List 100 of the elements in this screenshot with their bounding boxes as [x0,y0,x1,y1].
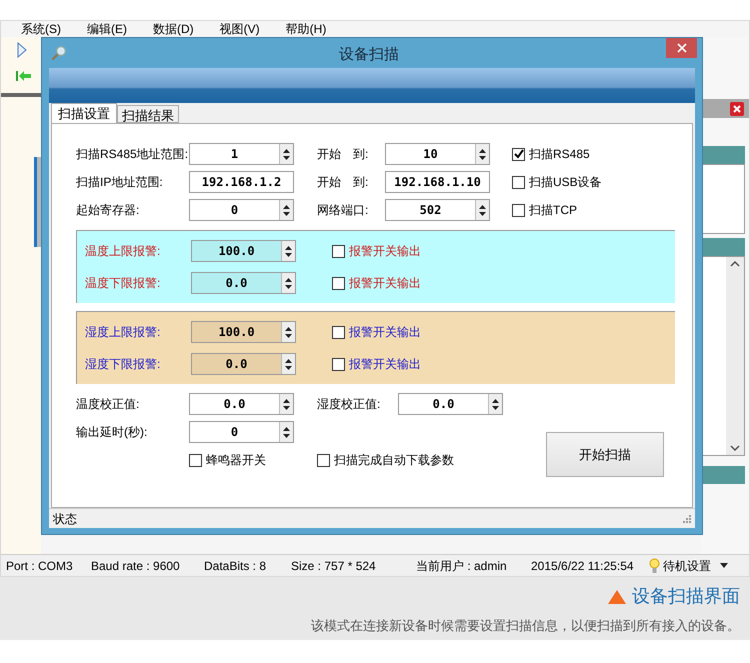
checkbox[interactable]: 报警开关输出 [332,274,421,292]
caret-down-icon[interactable] [285,252,292,256]
caret-up-icon[interactable] [479,204,486,208]
caption-title: 设备扫描界面 [632,585,740,608]
spin-button[interactable] [279,200,293,220]
lightbulb-icon [649,558,660,574]
scrollbar[interactable] [726,257,744,455]
caret-down-icon[interactable] [285,366,292,370]
spin-button[interactable] [475,144,489,164]
field-label: 网络端口: [317,202,370,219]
menu-item[interactable]: 视图(V) [220,23,260,35]
checkbox[interactable]: 蜂鸣器开关 [189,451,317,469]
caret-up-icon[interactable] [285,326,292,330]
number-field[interactable]: 10 [385,143,490,165]
magnifier-icon [51,45,67,61]
field-label: 开始 到: [317,146,370,163]
caret-down-icon[interactable] [283,434,290,438]
menu-item[interactable]: 数据(D) [153,23,194,35]
input-field[interactable]: 192.168.1.10 [385,171,490,193]
input-field[interactable]: 192.168.1.2 [189,171,294,193]
caret-up-icon[interactable] [285,358,292,362]
caret-down-icon[interactable] [283,156,290,160]
tab[interactable]: 扫描结果 [117,105,179,123]
spin-button[interactable] [281,241,295,261]
field-label: 开始 到: [317,174,370,191]
close-icon [676,43,686,53]
caret-up-icon[interactable] [479,148,486,152]
number-field[interactable]: 0.0 [189,393,294,415]
number-field[interactable]: 0 [189,199,294,221]
caret-icon [720,563,728,568]
close-icon[interactable] [730,102,744,116]
number-field[interactable]: 0 [189,421,294,443]
caret-down-icon[interactable] [492,406,499,410]
caret-up-icon[interactable] [283,426,290,430]
triangle-icon [608,590,626,604]
caret-up-icon[interactable] [283,148,290,152]
caret-down-icon[interactable] [479,156,486,160]
caret-down-icon[interactable] [285,334,292,338]
caret-down-icon[interactable] [283,406,290,410]
spin-button[interactable] [279,422,293,442]
caption-text: 该模式在连接新设备时候需要设置扫描信息，以便扫描到所有接入的设备。 [311,617,740,635]
field-label: 温度下限报警: [85,275,162,292]
number-field[interactable]: 0.0 [191,272,296,294]
spin-button[interactable] [281,322,295,342]
field-label: 湿度上限报警: [85,324,162,341]
spin-button[interactable] [475,200,489,220]
arrow-left-icon[interactable] [16,70,32,82]
spin-button[interactable] [488,394,502,414]
menu-item[interactable]: 编辑(E) [87,23,127,35]
caret-up-icon[interactable] [283,398,290,402]
checkbox[interactable]: 扫描USB设备 [512,173,602,191]
status-text: 2015/6/22 11:25:54 [531,558,635,574]
checkbox[interactable]: 报警开关输出 [332,242,421,260]
menu-item[interactable]: 系统(S) [21,23,61,35]
resize-grip-icon[interactable] [682,514,691,523]
field-label: 湿度校正值: [317,396,382,413]
number-field[interactable]: 0.0 [398,393,503,415]
standby-dropdown[interactable]: 待机设置 [649,556,728,574]
menu-item[interactable]: 帮助(H) [286,23,326,35]
panel-header [701,146,745,164]
chevron-up-icon[interactable] [730,261,740,267]
panel-header [701,238,745,256]
checkbox[interactable]: 扫描RS485 [512,145,590,163]
field-label: 起始寄存器: [76,202,140,219]
field-label: 扫描IP地址范围: [76,174,164,191]
caret-up-icon[interactable] [285,278,292,282]
caret-down-icon[interactable] [479,212,486,216]
status-text: Size : 757 * 524 [291,558,377,574]
scrollbar-thumb[interactable] [34,157,41,247]
checkbox[interactable]: 扫描TCP [512,201,577,219]
field-label: 扫描RS485地址范围: [76,146,189,163]
number-field[interactable]: 502 [385,199,490,221]
caret-down-icon[interactable] [285,284,292,288]
status-text: Port : COM3 [6,558,74,574]
number-field[interactable]: 100.0 [191,240,296,262]
caret-up-icon[interactable] [492,398,499,402]
caret-up-icon[interactable] [283,204,290,208]
tab[interactable]: 扫描设置 [51,103,117,123]
chevron-down-icon[interactable] [730,445,740,451]
number-field[interactable]: 0.0 [191,353,296,375]
checkbox[interactable]: 扫描完成自动下载参数 [317,451,454,469]
status-text: Baud rate : 9600 [91,558,181,574]
start-scan-button[interactable]: 开始扫描 [546,432,664,477]
field-label: 温度上限报警: [85,243,162,260]
spin-button[interactable] [279,394,293,414]
checkbox[interactable]: 报警开关输出 [332,355,421,373]
spin-button[interactable] [279,144,293,164]
spin-button[interactable] [281,354,295,374]
close-button[interactable] [666,38,697,58]
field-label: 温度校正值: [76,396,140,413]
number-field[interactable]: 1 [189,143,294,165]
number-field[interactable]: 100.0 [191,321,296,343]
caret-down-icon[interactable] [283,212,290,216]
status-text: 状态 [53,510,77,528]
spin-button[interactable] [281,273,295,293]
checkbox[interactable]: 报警开关输出 [332,323,421,341]
play-icon[interactable] [17,42,27,58]
status-text: 当前用户 : admin [416,558,508,574]
window-title: 设备扫描 [339,45,399,65]
caret-up-icon[interactable] [285,246,292,250]
